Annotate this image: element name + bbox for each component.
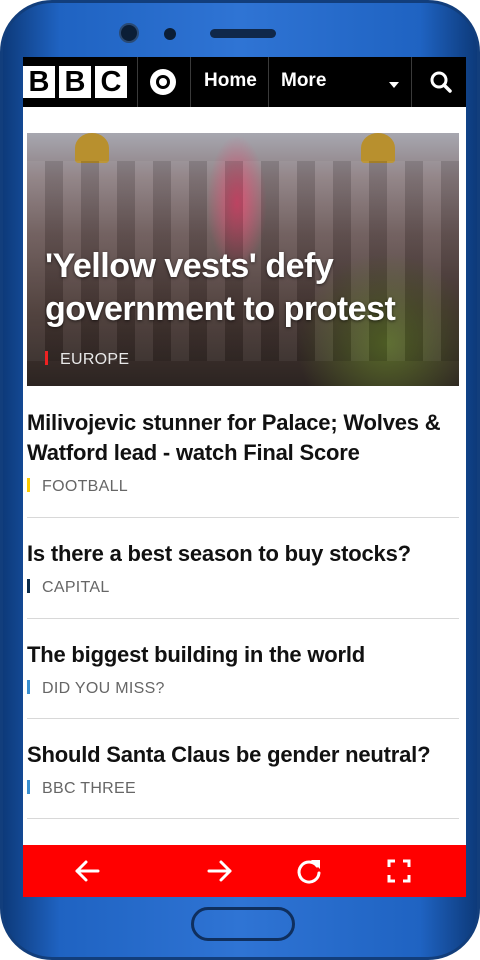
proximity-sensor	[164, 28, 176, 40]
divider	[268, 57, 269, 107]
list-item[interactable]: Milivojevic stunner for Palace; Wolves &…	[27, 408, 459, 518]
hero-title[interactable]: 'Yellow vests' defy government to protes…	[45, 245, 445, 331]
tag-color-bar	[27, 680, 30, 694]
arrow-left-icon[interactable]	[73, 857, 101, 885]
list-item[interactable]: Should Santa Claus be gender neutral? BB…	[27, 740, 459, 819]
tag-color-bar	[27, 579, 30, 593]
logo-letter: B	[59, 66, 91, 98]
bbc-logo[interactable]: B B C	[23, 66, 127, 98]
story-tag-label: DID YOU MISS?	[42, 680, 165, 697]
divider	[190, 57, 191, 107]
browser-toolbar	[23, 845, 466, 897]
hero-tag-label: EUROPE	[60, 351, 130, 368]
search-icon[interactable]	[430, 71, 452, 93]
divider	[137, 57, 138, 107]
story-title[interactable]: Is there a best season to buy stocks?	[27, 539, 459, 569]
divider	[411, 57, 412, 107]
story-section-tag[interactable]: CAPITAL	[27, 579, 459, 597]
refresh-icon[interactable]	[295, 857, 323, 885]
story-section-tag[interactable]: FOOTBALL	[27, 478, 459, 496]
chevron-down-icon[interactable]	[389, 82, 399, 88]
tag-color-bar	[27, 780, 30, 794]
fullscreen-icon[interactable]	[385, 857, 413, 885]
earpiece-speaker	[210, 29, 276, 38]
logo-letter: B	[23, 66, 55, 98]
phone-frame: B B C Home More 'Yellow vests' defy gove…	[0, 0, 480, 960]
tag-color-bar	[27, 478, 30, 492]
story-section-tag[interactable]: BBC THREE	[27, 780, 459, 798]
top-navigation-bar: B B C Home More	[23, 57, 466, 107]
home-button[interactable]	[191, 907, 295, 941]
logo-letter: C	[95, 66, 127, 98]
hero-story[interactable]: 'Yellow vests' defy government to protes…	[27, 133, 459, 386]
tag-color-bar	[45, 351, 48, 365]
story-tag-label: BBC THREE	[42, 780, 136, 797]
hero-section-tag[interactable]: EUROPE	[45, 351, 129, 369]
hero-image-detail	[75, 133, 109, 163]
front-camera	[119, 23, 139, 43]
arrow-right-icon[interactable]	[206, 857, 234, 885]
account-icon[interactable]	[150, 69, 176, 95]
story-tag-label: CAPITAL	[42, 579, 110, 596]
nav-home-link[interactable]: Home	[204, 70, 257, 92]
story-section-tag[interactable]: DID YOU MISS?	[27, 680, 459, 698]
story-title[interactable]: Should Santa Claus be gender neutral?	[27, 740, 459, 770]
nav-more-link[interactable]: More	[281, 70, 326, 92]
story-tag-label: FOOTBALL	[42, 478, 128, 495]
story-title[interactable]: The biggest building in the world	[27, 640, 459, 670]
story-title[interactable]: Milivojevic stunner for Palace; Wolves &…	[27, 408, 459, 468]
list-item[interactable]: Is there a best season to buy stocks? CA…	[27, 539, 459, 619]
hero-image-detail	[361, 133, 395, 163]
screen: B B C Home More 'Yellow vests' defy gove…	[23, 57, 466, 897]
list-item[interactable]: The biggest building in the world DID YO…	[27, 640, 459, 719]
